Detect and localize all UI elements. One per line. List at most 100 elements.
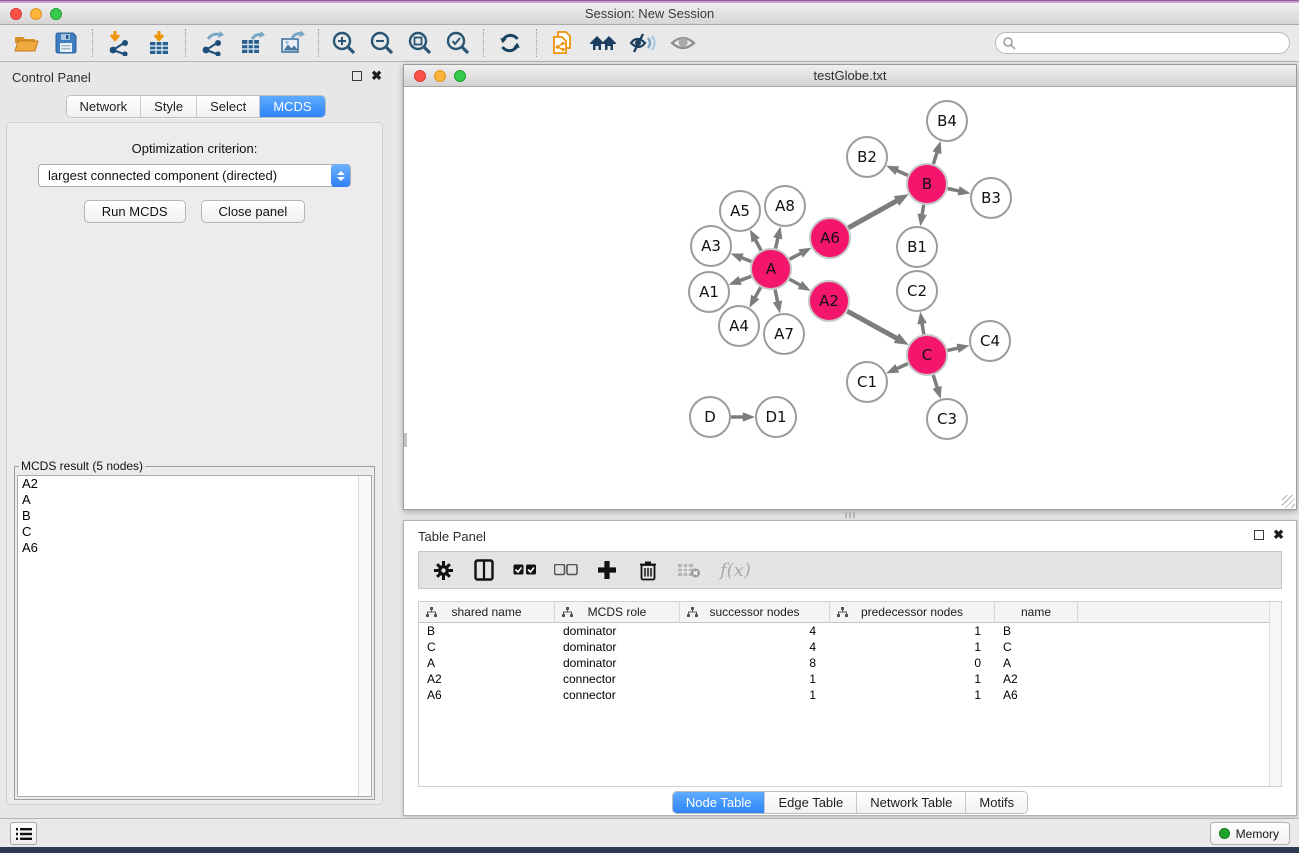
edge-arrowhead-icon — [773, 226, 782, 239]
splitter-grip-icon[interactable] — [845, 512, 855, 518]
delete-table-button-disabled — [677, 558, 701, 582]
create-column-button[interactable] — [595, 558, 619, 582]
column-header-shared-name[interactable]: shared name — [419, 602, 555, 622]
table-row[interactable]: A6connector11A6 — [419, 687, 1281, 703]
hide-details-button[interactable] — [623, 27, 663, 59]
tab-motifs[interactable]: Motifs — [966, 792, 1027, 813]
first-neighbors-button[interactable] — [583, 27, 623, 59]
export-image-button[interactable] — [272, 27, 312, 59]
show-column-button[interactable] — [472, 558, 496, 582]
save-session-button[interactable] — [46, 27, 86, 59]
close-panel-button[interactable]: Close panel — [201, 200, 306, 223]
delete-column-button[interactable] — [636, 558, 660, 582]
node-label-B3: B3 — [981, 189, 1001, 207]
network-window-titlebar[interactable]: testGlobe.txt — [404, 65, 1296, 87]
float-panel-icon[interactable] — [352, 71, 362, 81]
export-network-button[interactable] — [192, 27, 232, 59]
export-table-icon — [239, 30, 265, 56]
import-table-button[interactable] — [139, 27, 179, 59]
status-bar: Memory — [0, 818, 1299, 847]
control-panel: Control Panel ✖ NetworkStyleSelectMCDS O… — [0, 62, 391, 810]
task-history-button[interactable] — [10, 822, 37, 845]
edge-arrowhead-icon — [894, 333, 909, 345]
cell-shared-name: C — [419, 639, 555, 655]
unselect-all-columns-button[interactable] — [554, 558, 578, 582]
graph-edge-A6-B[interactable] — [848, 200, 899, 228]
column-header-MCDS-role[interactable]: MCDS role — [555, 602, 680, 622]
node-label-C3: C3 — [937, 410, 957, 428]
network-canvas[interactable]: AA1A2A3A4A5A6A7A8BB1B2B3B4CC1C2C3C4DD1 — [404, 87, 1296, 509]
cell-predecessor-nodes: 1 — [830, 623, 995, 639]
edge-arrowhead-icon — [773, 301, 782, 314]
mcds-result-title: MCDS result (5 nodes) — [19, 459, 145, 473]
mcds-result-item[interactable]: A — [18, 492, 371, 508]
list-scrollbar[interactable] — [358, 476, 371, 796]
minimize-window-button[interactable] — [30, 8, 42, 20]
open-session-button[interactable] — [6, 27, 46, 59]
close-panel-icon[interactable]: ✖ — [371, 71, 382, 81]
tab-network[interactable]: Network — [66, 96, 141, 117]
clone-network-button[interactable] — [543, 27, 583, 59]
node-label-A6: A6 — [820, 229, 840, 247]
cell-shared-name: A2 — [419, 671, 555, 687]
cell-MCDS-role: connector — [555, 687, 680, 703]
zoom-in-button[interactable] — [325, 27, 363, 59]
optimization-criterion-select[interactable]: largest connected component (directed) — [38, 164, 351, 187]
table-row[interactable]: Adominator80A — [419, 655, 1281, 671]
minimize-network-button[interactable] — [434, 70, 446, 82]
table-settings-button[interactable] — [431, 558, 455, 582]
tab-edge-table[interactable]: Edge Table — [765, 792, 857, 813]
tab-node-table[interactable]: Node Table — [673, 792, 766, 813]
show-details-button[interactable] — [663, 27, 703, 59]
graph-edge-A2-C[interactable] — [847, 311, 898, 339]
canvas-scroll-nub[interactable] — [404, 433, 407, 447]
table-scrollbar[interactable] — [1269, 602, 1281, 786]
homes-icon — [589, 30, 617, 56]
cell-name: C — [995, 639, 1078, 655]
column-header-name[interactable]: name — [995, 602, 1078, 622]
mcds-result-item[interactable]: B — [18, 508, 371, 524]
cell-successor-nodes: 1 — [680, 687, 830, 703]
import-network-button[interactable] — [99, 27, 139, 59]
apply-layout-button[interactable] — [490, 27, 530, 59]
run-mcds-button[interactable]: Run MCDS — [84, 200, 186, 223]
mcds-result-item[interactable]: A6 — [18, 540, 371, 556]
table-row[interactable]: A2connector11A2 — [419, 671, 1281, 687]
mcds-result-item[interactable]: A2 — [18, 476, 371, 492]
close-window-button[interactable] — [10, 8, 22, 20]
mcds-result-item[interactable]: C — [18, 524, 371, 540]
close-table-panel-icon[interactable]: ✖ — [1273, 530, 1284, 540]
zoom-selected-button[interactable] — [439, 27, 477, 59]
zoom-network-button[interactable] — [454, 70, 466, 82]
zoom-window-button[interactable] — [50, 8, 62, 20]
tab-mcds[interactable]: MCDS — [260, 96, 324, 117]
table-panel: Table Panel ✖ — [403, 520, 1297, 816]
tab-style[interactable]: Style — [141, 96, 197, 117]
column-header-predecessor-nodes[interactable]: predecessor nodes — [830, 602, 995, 622]
cell-shared-name: A — [419, 655, 555, 671]
select-all-columns-button[interactable] — [513, 558, 537, 582]
close-network-button[interactable] — [414, 70, 426, 82]
tab-network-table[interactable]: Network Table — [857, 792, 966, 813]
cell-shared-name: A6 — [419, 687, 555, 703]
table-panel-tabs: Node TableEdge TableNetwork TableMotifs — [672, 791, 1028, 814]
table-row[interactable]: Bdominator41B — [419, 623, 1281, 639]
resize-grip-icon[interactable] — [1282, 495, 1295, 508]
edge-arrowhead-icon — [731, 253, 744, 262]
search-input[interactable] — [995, 32, 1290, 54]
node-table: shared nameMCDS rolesuccessor nodesprede… — [418, 601, 1282, 787]
table-row[interactable]: Cdominator41C — [419, 639, 1281, 655]
memory-button[interactable]: Memory — [1210, 822, 1290, 845]
cell-predecessor-nodes: 0 — [830, 655, 995, 671]
zoom-fit-button[interactable] — [401, 27, 439, 59]
cell-name: B — [995, 623, 1078, 639]
float-table-panel-icon[interactable] — [1254, 530, 1264, 540]
edge-arrowhead-icon — [798, 248, 811, 258]
column-header-successor-nodes[interactable]: successor nodes — [680, 602, 830, 622]
export-network-icon — [199, 30, 225, 56]
open-folder-icon — [13, 30, 39, 56]
tab-select[interactable]: Select — [197, 96, 260, 117]
export-table-button[interactable] — [232, 27, 272, 59]
node-label-B2: B2 — [857, 148, 877, 166]
zoom-out-button[interactable] — [363, 27, 401, 59]
